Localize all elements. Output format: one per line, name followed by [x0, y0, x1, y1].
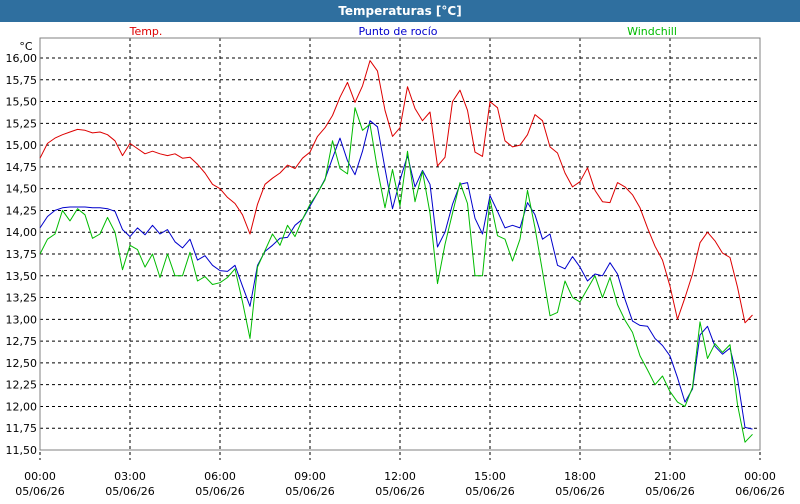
x-tick-date: 05/06/26 [645, 485, 694, 498]
x-tick-time: 15:00 [474, 470, 506, 483]
chart-title: Temperaturas [°C] [0, 0, 800, 22]
y-tick-label: 15,75 [6, 74, 38, 87]
y-tick-label: 14,50 [6, 183, 38, 196]
x-tick-time: 06:00 [204, 470, 236, 483]
x-tick-date: 05/06/26 [285, 485, 334, 498]
x-tick-time: 12:00 [384, 470, 416, 483]
chart-window: Temperaturas [°C] 16,00 15,75 15,50 15,25 15… [0, 0, 800, 500]
x-tick-time: 21:00 [654, 470, 686, 483]
y-tick-label: 12,25 [6, 379, 38, 392]
y-tick-label: 15,25 [6, 117, 38, 130]
x-tick-time: 00:00 [744, 470, 776, 483]
y-tick-label: 11,75 [6, 422, 38, 435]
y-tick-label: 13,25 [6, 292, 38, 305]
x-tick-date: 05/06/26 [555, 485, 604, 498]
x-tick-date: 05/06/26 [195, 485, 244, 498]
y-tick-label: 15,00 [6, 139, 38, 152]
y-tick-label: 13,75 [6, 248, 38, 261]
y-tick-label: 12,00 [6, 400, 38, 413]
y-tick-label: 14,00 [6, 226, 38, 239]
x-tick-date: 06/06/26 [735, 485, 784, 498]
y-axis-label: °C [19, 40, 33, 53]
x-tick-time: 03:00 [114, 470, 146, 483]
chart-area: 16,00 15,75 15,50 15,25 15,00 14,75 14,50 14,25… [0, 22, 800, 500]
y-tick-label: 12,75 [6, 335, 38, 348]
x-tick-time: 00:00 [24, 470, 56, 483]
x-tick-date: 05/06/26 [15, 485, 64, 498]
legend-label-dew: Punto de rocío [358, 25, 437, 38]
y-tick-label: 11,50 [6, 444, 38, 457]
y-tick-label: 16,00 [6, 52, 38, 65]
temperature-chart: 16,00 15,75 15,50 15,25 15,00 14,75 14,50 14,25… [0, 22, 800, 500]
y-tick-label: 14,75 [6, 161, 38, 174]
x-tick-time: 18:00 [564, 470, 596, 483]
y-tick-label: 14,25 [6, 204, 38, 217]
x-tick-time: 09:00 [294, 470, 326, 483]
y-tick-label: 13,50 [6, 270, 38, 283]
x-tick-date: 05/06/26 [105, 485, 154, 498]
legend-label-wind: Windchill [627, 25, 677, 38]
y-tick-label: 13,00 [6, 313, 38, 326]
y-tick-label: 15,50 [6, 96, 38, 109]
x-tick-date: 05/06/26 [465, 485, 514, 498]
y-tick-label: 12,50 [6, 357, 38, 370]
legend-label-temp: Temp. [129, 25, 163, 38]
x-tick-date: 05/06/26 [375, 485, 424, 498]
